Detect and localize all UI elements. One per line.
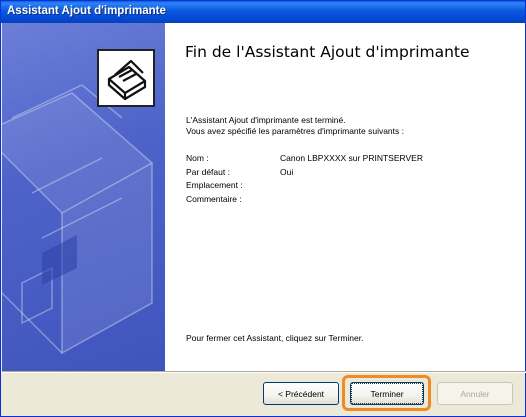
printer-icon (97, 49, 155, 107)
setting-row-location: Emplacement : (186, 179, 516, 193)
setting-value: Canon LBPXXXX sur PRINTSERVER (280, 153, 423, 163)
cancel-button-label: Annuler (460, 388, 490, 399)
completion-description: L'Assistant Ajout d'imprimante est termi… (186, 115, 516, 137)
finish-button-label: Terminer (370, 388, 404, 399)
wizard-side-panel (2, 23, 165, 371)
window-title: Assistant Ajout d'imprimante (7, 5, 166, 17)
wizard-content: Fin de l'Assistant Ajout d'imprimante L'… (165, 23, 525, 371)
setting-row-name: Nom : Canon LBPXXXX sur PRINTSERVER (186, 152, 516, 166)
setting-row-default: Par défaut : Oui (186, 166, 516, 180)
finish-button[interactable]: Terminer (350, 382, 424, 405)
setting-label: Emplacement : (186, 180, 243, 190)
button-separator (2, 371, 526, 373)
setting-value: Oui (280, 166, 294, 177)
description-line: L'Assistant Ajout d'imprimante est termi… (186, 115, 346, 125)
setting-label: Commentaire : (186, 193, 242, 204)
previous-button[interactable]: < Précédent (263, 382, 339, 405)
cancel-button[interactable]: Annuler (437, 382, 513, 405)
page-title: Fin de l'Assistant Ajout d'imprimante (185, 43, 470, 61)
printer-settings-list: Nom : Canon LBPXXXX sur PRINTSERVER Par … (186, 152, 516, 206)
title-bar[interactable]: Assistant Ajout d'imprimante (1, 1, 525, 23)
close-instruction: Pour fermer cet Assistant, cliquez sur T… (186, 333, 364, 343)
setting-row-comment: Commentaire : (186, 193, 516, 207)
description-line: Vous avez spécifié les paramètres d'impr… (186, 126, 404, 136)
previous-button-label: < Précédent (277, 388, 325, 399)
setting-label: Nom : (186, 153, 209, 163)
setting-label: Par défaut : (186, 166, 230, 177)
wizard-window: Assistant Ajout d'imprimante Fin de l'As… (0, 0, 526, 417)
